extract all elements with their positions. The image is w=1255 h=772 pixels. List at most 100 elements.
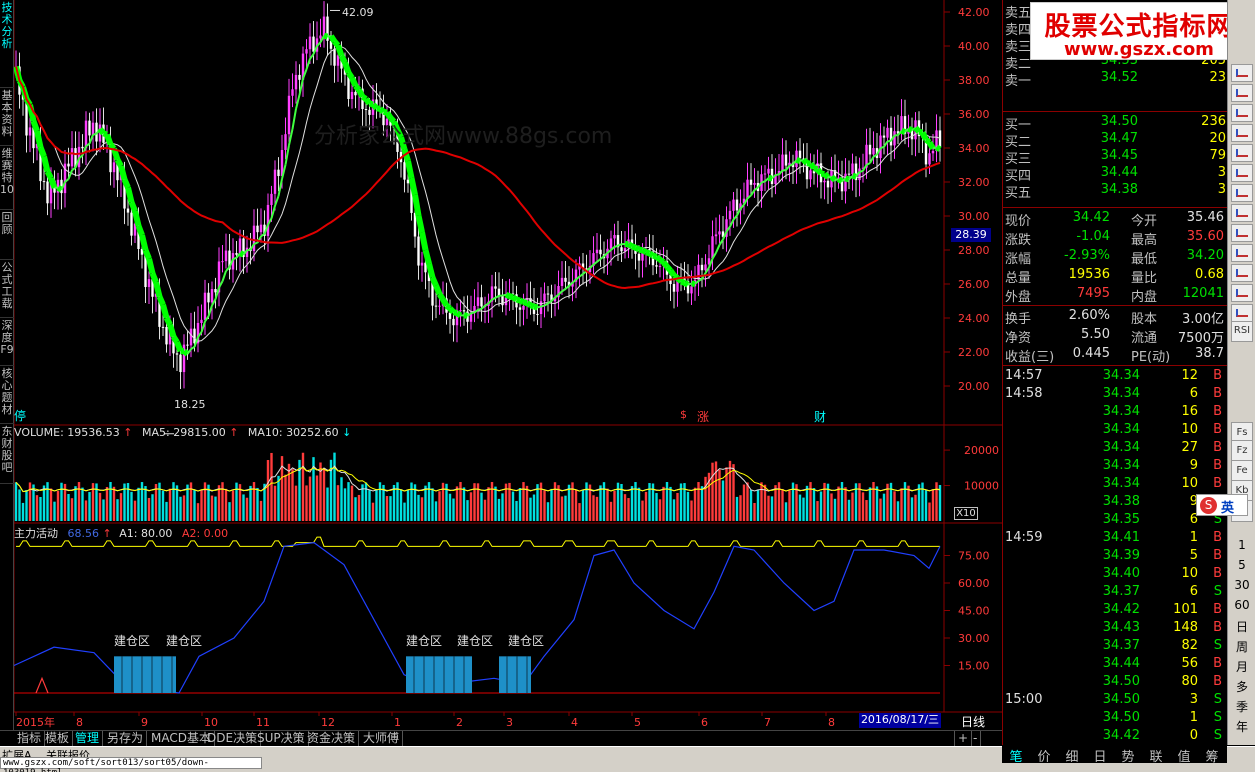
volume-bar <box>28 482 32 521</box>
tab-manage[interactable]: 管理 <box>72 731 104 747</box>
period-button-14[interactable]: 季 <box>1228 698 1255 715</box>
toolbar-icon[interactable] <box>1231 184 1253 202</box>
ma-green-segment <box>750 189 756 196</box>
period-button-15[interactable]: 年 <box>1228 718 1255 735</box>
toolbar-icon[interactable] <box>1231 244 1253 262</box>
rsi-button[interactable]: RSI <box>1231 320 1253 342</box>
tick-row-cell: S <box>1213 692 1222 707</box>
tab-dde[interactable]: DDE决策 <box>204 731 262 747</box>
fz-button[interactable]: Fz <box>1231 440 1253 462</box>
panel-divider <box>1003 365 1228 366</box>
volume-bar <box>546 502 550 521</box>
candle-body <box>672 284 676 292</box>
toolbar-icon[interactable] <box>1231 224 1253 242</box>
toolbar-icon[interactable] <box>1231 144 1253 162</box>
tab-forum[interactable]: 东财股吧 <box>0 426 14 484</box>
period-button-12[interactable]: 月 <box>1228 658 1255 675</box>
candle-body <box>851 163 854 175</box>
toolbar-icon[interactable] <box>1231 264 1253 282</box>
period-button-6[interactable]: 1 <box>1228 538 1255 552</box>
toolbar-icon[interactable] <box>1231 64 1253 82</box>
order-buy-row: 买二 34.47 20 <box>1003 131 1228 150</box>
tick-row-cell: 34.39 <box>1102 548 1140 563</box>
volume-bar <box>578 503 581 521</box>
tab-vistel[interactable]: 维赛特10 <box>0 148 14 210</box>
ma-green-segment <box>97 127 106 136</box>
tick-row: 34.42 0 S <box>1003 728 1228 745</box>
candle-body <box>536 313 539 315</box>
panel-tab-5[interactable]: 联 <box>1142 746 1170 765</box>
tab-core-theme[interactable]: 核心题材 <box>0 368 14 424</box>
volume-bar <box>809 482 812 521</box>
panel-tab-3[interactable]: 日 <box>1086 746 1114 765</box>
candle-body <box>434 305 438 307</box>
volume-bar <box>389 496 392 521</box>
period-button-10[interactable]: 日 <box>1228 618 1255 635</box>
ma-green-segment <box>125 186 135 203</box>
tick-row-cell: B <box>1213 440 1222 455</box>
tab-indicator[interactable]: 指标 <box>14 731 46 747</box>
ma-green-segment <box>834 178 839 182</box>
tab-formula[interactable]: 公式工载 <box>0 262 14 318</box>
period-button-7[interactable]: 5 <box>1228 558 1255 572</box>
toolbar-icon[interactable] <box>1231 84 1253 102</box>
period-button-13[interactable]: 多 <box>1228 678 1255 695</box>
ime-indicator[interactable]: S 英 <box>1196 494 1248 516</box>
tab-master[interactable]: 大师傅 <box>360 731 404 747</box>
chart-area[interactable]: 42.00 40.00 38.00 36.00 34.00 32.00 30.00 28.00… <box>13 0 1002 730</box>
panel-tab-6[interactable]: 值 <box>1170 746 1198 765</box>
indicator-tick-label: 30.00 <box>958 632 990 645</box>
panel-tab-1[interactable]: 价 <box>1030 746 1058 765</box>
fe-button[interactable]: Fe <box>1231 460 1253 482</box>
panel-tab-0[interactable]: 笔 <box>1002 746 1030 765</box>
tab-template[interactable]: 模板 <box>42 731 74 747</box>
tab-review[interactable]: 回顾 <box>0 212 14 260</box>
toolbar-icon[interactable] <box>1231 124 1253 142</box>
tick-row-cell: 34.34 <box>1102 440 1140 455</box>
ma-green-segment <box>370 102 379 111</box>
stat-row-cell: 流通 <box>1131 331 1158 346</box>
period-button-8[interactable]: 30 <box>1228 578 1255 592</box>
tab-depth-f9[interactable]: 深度F9 <box>0 320 14 366</box>
ma-green-segment <box>487 298 493 305</box>
panel-tab-2[interactable]: 细 <box>1058 746 1086 765</box>
volume-bar <box>522 482 525 521</box>
volume-bar <box>112 486 116 521</box>
ma-green-segment <box>829 174 838 183</box>
panel-tab-7[interactable]: 筹 <box>1198 746 1226 765</box>
tab-sup[interactable]: SUP决策 <box>254 731 309 747</box>
kline-chart[interactable]: 42.00 40.00 38.00 36.00 34.00 32.00 30.00 28.00… <box>13 0 1002 730</box>
tick-row-cell: B <box>1213 404 1222 419</box>
period-button-9[interactable]: 60 <box>1228 598 1255 612</box>
candle-body <box>333 48 336 66</box>
tick-row: 34.39 5 B <box>1003 548 1228 565</box>
volume-bar <box>655 493 658 521</box>
tab-technical-analysis[interactable]: 技术分析 <box>0 2 14 88</box>
panel-tab-4[interactable]: 势 <box>1114 746 1142 765</box>
candle-body <box>46 181 49 204</box>
toolbar-icon[interactable] <box>1231 284 1253 302</box>
tab-save-as[interactable]: 另存为 <box>104 731 148 747</box>
tick-row-cell: 34.34 <box>1102 368 1140 383</box>
tab-capital[interactable]: 资金决策 <box>304 731 360 747</box>
tick-row-cell: 34.50 <box>1102 710 1140 725</box>
toolbar-icon[interactable] <box>1231 204 1253 222</box>
ma-green-segment <box>511 294 519 303</box>
toolbar-icon[interactable] <box>1231 164 1253 182</box>
ma-green-segment <box>335 44 345 57</box>
x-tick-label: 7 <box>764 716 771 729</box>
tab-basic-info[interactable]: 基本资料 <box>0 90 14 146</box>
stat-row-cell: 2.60% <box>1068 308 1110 323</box>
toolbar-icon[interactable] <box>1231 304 1253 322</box>
tick-row-cell: B <box>1213 674 1222 689</box>
tick-row-cell: 34.50 <box>1102 692 1140 707</box>
zoom-out-button[interactable]: - <box>970 731 982 747</box>
candle-body <box>781 154 784 171</box>
period-button-11[interactable]: 周 <box>1228 638 1255 655</box>
tick-row-cell: B <box>1213 422 1222 437</box>
tick-row-cell: 34.34 <box>1102 404 1140 419</box>
toolbar-icon[interactable] <box>1231 104 1253 122</box>
ma-green-segment <box>789 163 794 167</box>
ma-green-segment <box>504 291 511 299</box>
period-label[interactable]: 日线 <box>958 713 988 730</box>
